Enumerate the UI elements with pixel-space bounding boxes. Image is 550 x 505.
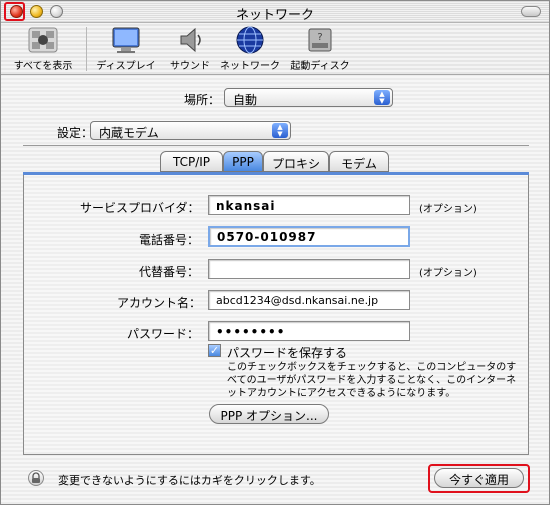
tab-panel-top-border — [23, 172, 529, 175]
lock-icon[interactable] — [28, 470, 44, 486]
toolbar: すべてを表示 ディスプレイ サウンド ネットワーク ? 起動ディスク — [1, 23, 549, 75]
title-bar: ネットワーク — [1, 1, 549, 23]
alt-phone-label: 代替番号： — [139, 265, 200, 279]
window-title: ネットワーク — [235, 8, 314, 23]
apply-now-button[interactable]: 今すぐ適用 — [434, 468, 524, 488]
toolbar-label-displays: ディスプレイ — [96, 61, 156, 72]
save-password-label[interactable]: パスワードを保存する — [227, 344, 347, 361]
save-password-checkbox[interactable]: ✓ — [208, 344, 221, 357]
alt-phone-field[interactable] — [208, 259, 410, 279]
show-value: 内蔵モデム — [99, 126, 159, 140]
toolbar-displays[interactable]: ディスプレイ — [94, 25, 158, 72]
toolbar-separator — [86, 27, 87, 71]
password-label: パスワード： — [127, 327, 200, 341]
location-value: 自動 — [233, 93, 258, 107]
network-preferences-window: ネットワーク すべてを表示 ディスプレイ サウンド ネットワーク ? 起動ディス… — [0, 0, 550, 505]
tab-modem[interactable]: モデム — [329, 151, 389, 172]
password-field[interactable]: •••••••• — [208, 321, 410, 341]
disk-icon: ? — [303, 25, 337, 55]
show-label: 設定： — [57, 126, 94, 140]
globe-icon — [233, 25, 267, 55]
ppp-options-button[interactable]: PPP オプション... — [209, 404, 329, 424]
provider-label: サービスプロバイダ： — [80, 201, 200, 215]
show-popup[interactable]: 内蔵モデム ▲ ▼ — [90, 121, 291, 140]
location-label: 場所： — [184, 93, 221, 107]
account-field[interactable]: abcd1234@dsd.nkansai.ne.jp — [208, 290, 410, 310]
account-label: アカウント名： — [117, 296, 202, 310]
toolbar-startup-disk[interactable]: ? 起動ディスク — [287, 25, 353, 72]
toolbar-label-sound: サウンド — [170, 61, 210, 72]
speaker-icon — [173, 25, 207, 55]
tab-proxies[interactable]: プロキシ — [263, 151, 329, 172]
divider — [23, 145, 529, 146]
provider-optional: (オプション) — [419, 204, 477, 215]
toolbar-label-show-all: すべてを表示 — [13, 61, 73, 72]
display-icon — [109, 25, 143, 55]
popup-arrows-icon: ▲ ▼ — [374, 90, 390, 105]
provider-field[interactable]: nkansai — [208, 195, 410, 215]
help-text: このチェックボックスをチェックすると、このコンピュータのすべてのユーザがパスワー… — [227, 362, 517, 399]
phone-field[interactable]: 0570-010987 — [208, 226, 410, 247]
apple-icon — [26, 25, 60, 55]
toolbar-toggle-button[interactable] — [521, 6, 541, 17]
toolbar-label-startup-disk: 起動ディスク — [290, 61, 350, 72]
lock-text: 変更できないようにするにはカギをクリックします。 — [58, 474, 321, 487]
toolbar-sound[interactable]: サウンド — [164, 25, 216, 72]
tab-tcpip[interactable]: TCP/IP — [160, 151, 223, 172]
toolbar-network[interactable]: ネットワーク — [217, 25, 283, 72]
phone-label: 電話番号： — [139, 233, 200, 247]
alt-phone-optional: (オプション) — [419, 268, 477, 279]
svg-text:?: ? — [317, 32, 322, 43]
location-popup[interactable]: 自動 ▲ ▼ — [224, 88, 393, 107]
tab-ppp[interactable]: PPP — [223, 151, 263, 172]
toolbar-label-network: ネットワーク — [220, 61, 280, 72]
popup-arrows-icon: ▲ ▼ — [272, 123, 288, 138]
toolbar-show-all[interactable]: すべてを表示 — [5, 25, 81, 72]
